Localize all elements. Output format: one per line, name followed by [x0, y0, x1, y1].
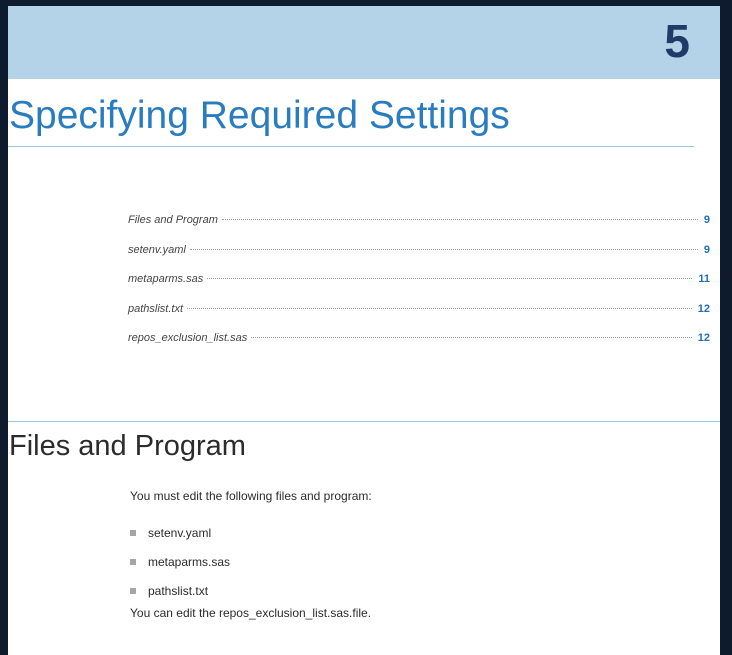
toc-entry-label[interactable]: Files and Program [128, 214, 222, 226]
list-item-text: metaparms.sas [148, 554, 231, 569]
toc-entry[interactable]: setenv.yaml 9 [128, 244, 710, 274]
section-divider [8, 421, 720, 422]
square-bullet-icon [130, 558, 136, 565]
section-heading: Files and Program [9, 430, 246, 462]
section-intro-text: You must edit the following files and pr… [130, 489, 372, 503]
chapter-banner: 5 [8, 6, 720, 79]
title-divider [8, 146, 694, 147]
chapter-number: 5 [664, 15, 690, 67]
toc-leader-dots [187, 307, 692, 309]
toc-entry-label[interactable]: repos_exclusion_list.sas [128, 332, 251, 344]
toc-entry[interactable]: metaparms.sas 11 [128, 273, 710, 303]
list-item: setenv.yaml [130, 518, 230, 547]
toc-entry[interactable]: pathslist.txt 12 [128, 303, 710, 333]
section-outro-text: You can edit the repos_exclusion_list.sa… [130, 606, 372, 620]
document-page: 5 Specifying Required Settings Files and… [8, 6, 720, 655]
toc-entry-page[interactable]: 12 [698, 332, 710, 344]
list-item-text: pathslist.txt [148, 583, 209, 598]
square-bullet-icon [130, 529, 136, 536]
toc-leader-dots [207, 278, 693, 279]
toc-entry[interactable]: repos_exclusion_list.sas 12 [128, 332, 710, 362]
square-bullet-icon [130, 587, 136, 594]
table-of-contents: Files and Program 9 setenv.yaml 9 metapa… [128, 214, 710, 362]
chapter-title: Specifying Required Settings [9, 94, 510, 137]
toc-entry-page[interactable]: 12 [698, 303, 710, 315]
toc-entry-label[interactable]: metaparms.sas [128, 273, 207, 285]
toc-leader-dots [251, 337, 692, 338]
toc-entry-page[interactable]: 9 [704, 214, 710, 226]
required-files-list: setenv.yaml metaparms.sas pathslist.txt [130, 518, 230, 605]
toc-entry-page[interactable]: 9 [704, 244, 710, 256]
list-item: pathslist.txt [130, 576, 230, 605]
list-item: metaparms.sas [130, 547, 230, 576]
toc-leader-dots [189, 248, 698, 250]
list-item-text: setenv.yaml [148, 525, 212, 540]
toc-leader-dots [221, 219, 698, 220]
toc-entry-page[interactable]: 11 [698, 273, 710, 285]
toc-entry-label[interactable]: setenv.yaml [128, 244, 190, 256]
toc-entry[interactable]: Files and Program 9 [128, 214, 710, 244]
toc-entry-label[interactable]: pathslist.txt [128, 303, 187, 315]
